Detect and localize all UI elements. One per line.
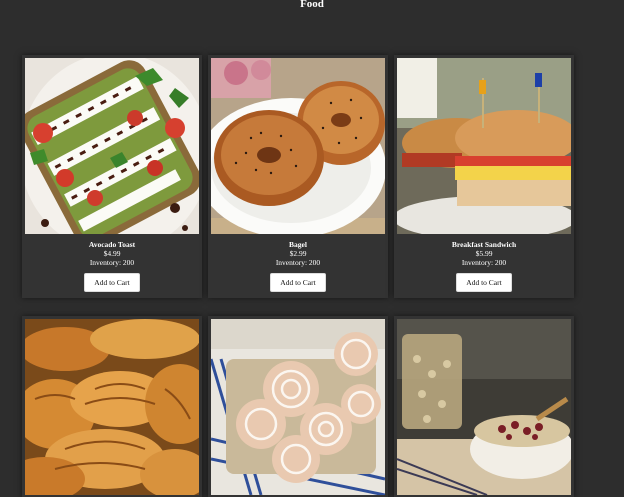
product-name: Breakfast Sandwich — [451, 240, 517, 249]
product-inventory: Inventory: 200 — [461, 258, 507, 267]
product-price: $5.99 — [475, 249, 493, 258]
product-name: Avocado Toast — [88, 240, 136, 249]
add-to-cart-button[interactable]: Add to Cart — [270, 273, 326, 292]
product-inventory: Inventory: 200 — [275, 258, 321, 267]
product-card-avocado-toast: Avocado Toast $4.99 Inventory: 200 Add t… — [22, 55, 202, 298]
product-name: Bagel — [289, 240, 307, 249]
oatmeal-photo — [397, 319, 571, 495]
add-to-cart-button[interactable]: Add to Cart — [84, 273, 140, 292]
bagel-photo — [211, 58, 385, 234]
product-card-breakfast-sandwich: Breakfast Sandwich $5.99 Inventory: 200 … — [394, 55, 574, 298]
product-card-cinnamon-rolls — [208, 316, 388, 497]
product-card-croissants — [22, 316, 202, 497]
avocado-toast-photo — [25, 58, 199, 234]
add-to-cart-button[interactable]: Add to Cart — [456, 273, 512, 292]
product-inventory: Inventory: 200 — [89, 258, 135, 267]
product-price: $2.99 — [289, 249, 307, 258]
product-card-bagel: Bagel $2.99 Inventory: 200 Add to Cart — [208, 55, 388, 298]
product-price: $4.99 — [103, 249, 121, 258]
product-card-oatmeal — [394, 316, 574, 497]
page-title: Food — [300, 0, 324, 10]
breakfast-sandwich-photo — [397, 58, 571, 234]
croissants-photo — [25, 319, 199, 495]
cinnamon-rolls-photo — [211, 319, 385, 495]
